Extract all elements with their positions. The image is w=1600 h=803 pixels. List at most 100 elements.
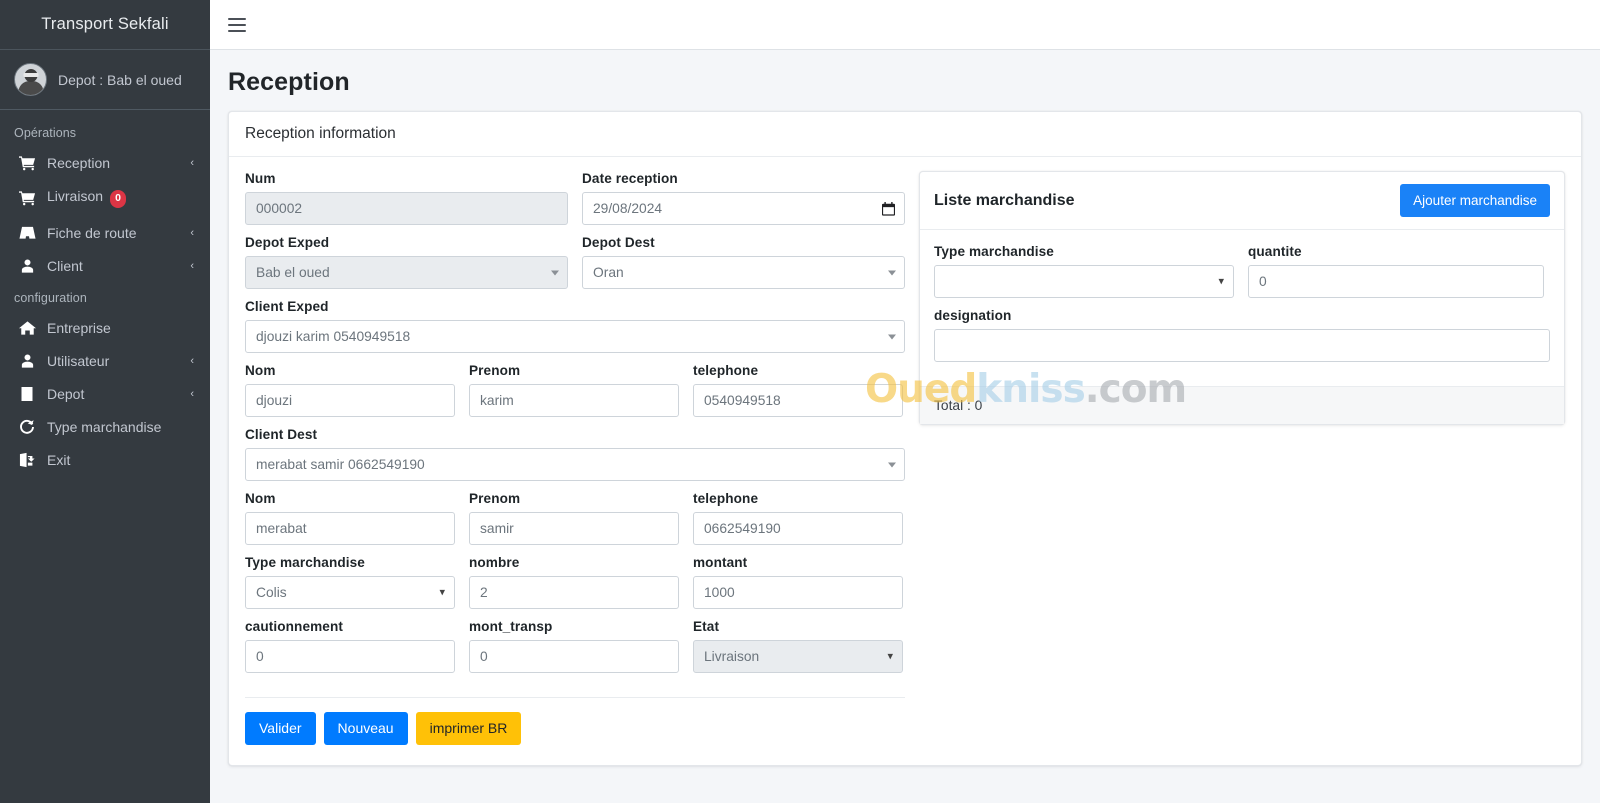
dest-nom-input[interactable]: merabat (245, 512, 455, 545)
chevron-left-icon: ‹ (190, 354, 194, 367)
sidebar-item-utilisateur[interactable]: Utilisateur ‹ (0, 345, 210, 377)
marchandise-total: Total : 0 (920, 386, 1564, 424)
panel-type-marchandise-select[interactable]: ▾ (934, 265, 1234, 298)
field-num: Num 000002 (245, 171, 568, 225)
client-dest-value: merabat samir 0662549190 (256, 457, 425, 472)
chevron-left-icon: ‹ (190, 387, 194, 400)
status-badge: 0 (110, 190, 127, 208)
panel-title: Liste marchandise (934, 191, 1075, 209)
date-reception-value: 29/08/2024 (593, 201, 663, 216)
num-input[interactable]: 000002 (245, 192, 568, 225)
exped-telephone-input[interactable]: 0540949518 (693, 384, 903, 417)
page-title: Reception (228, 68, 350, 96)
exped-nom-input[interactable]: djouzi (245, 384, 455, 417)
client-exped-select[interactable]: djouzi karim 0540949518 (245, 320, 905, 353)
panel-body: Type marchandise ▾ quantite 0 designatio… (920, 230, 1564, 386)
field-quantite: quantite 0 (1248, 244, 1544, 298)
nouveau-button[interactable]: Nouveau (323, 712, 408, 745)
depot-exped-value: Bab el oued (256, 265, 330, 280)
dest-telephone-input[interactable]: 0662549190 (693, 512, 903, 545)
brand-title[interactable]: Transport Sekfali (0, 0, 210, 50)
logout-icon (16, 452, 38, 468)
field-label: Etat (693, 619, 720, 634)
sidebar-item-label: Exit (47, 451, 71, 468)
hamburger-icon[interactable] (226, 10, 248, 40)
sidebar-item-label: Type marchandise (47, 418, 162, 435)
nombre-input[interactable]: 2 (469, 576, 679, 609)
dropdown-arrow-icon (551, 270, 559, 275)
field-exped-nom: Nom djouzi (245, 363, 455, 417)
exped-nom-value: djouzi (256, 393, 293, 408)
sidebar-item-label: Fiche de route (47, 224, 137, 241)
client-dest-select[interactable]: merabat samir 0662549190 (245, 448, 905, 481)
etat-select[interactable]: Livraison ▾ (693, 640, 903, 673)
sidebar-item-fiche-de-route[interactable]: Fiche de route ‹ (0, 217, 210, 249)
sidebar-item-entreprise[interactable]: Entreprise (0, 312, 210, 344)
sidebar-item-type-marchandise[interactable]: Type marchandise (0, 411, 210, 443)
road-icon (16, 225, 38, 241)
montant-value: 1000 (704, 585, 735, 600)
mont-transp-input[interactable]: 0 (469, 640, 679, 673)
ajouter-marchandise-button[interactable]: Ajouter marchandise (1400, 184, 1550, 217)
field-label: Prenom (469, 363, 521, 378)
field-label: Nom (245, 363, 276, 378)
home-icon (16, 320, 38, 336)
field-label: Date reception (582, 171, 678, 186)
field-label: Nom (245, 491, 276, 506)
valider-button[interactable]: Valider (245, 712, 316, 745)
sidebar-item-livraison[interactable]: Livraison 0 (0, 180, 210, 216)
chevron-left-icon: ‹ (190, 226, 194, 239)
sidebar-nav: Opérations Reception ‹ Livraison 0 Fiche … (0, 110, 210, 477)
dest-prenom-value: samir (480, 521, 514, 536)
imprimer-br-button[interactable]: imprimer BR (415, 712, 522, 745)
cautionnement-value: 0 (256, 649, 264, 664)
sidebar-item-depot[interactable]: Depot ‹ (0, 378, 210, 410)
cautionnement-input[interactable]: 0 (245, 640, 455, 673)
nav-section-header-operations: Opérations (14, 126, 77, 140)
sidebar-item-client[interactable]: Client ‹ (0, 250, 210, 282)
depot-dest-value: Oran (593, 265, 624, 280)
chevron-left-icon: ‹ (190, 157, 194, 169)
nav-section-header-configuration: configuration (14, 290, 87, 305)
dest-prenom-input[interactable]: samir (469, 512, 679, 545)
cart-plus-icon (16, 155, 38, 171)
client-exped-value: djouzi karim 0540949518 (256, 329, 411, 344)
field-cautionnement: cautionnement 0 (245, 619, 455, 673)
field-label: Client Dest (245, 427, 318, 442)
field-depot-exped: Depot Exped Bab el oued (245, 235, 568, 289)
montant-input[interactable]: 1000 (693, 576, 903, 609)
depot-dest-select[interactable]: Oran (582, 256, 905, 289)
date-reception-input[interactable]: 29/08/2024 (582, 192, 905, 225)
sidebar-item-exit[interactable]: Exit (0, 444, 210, 476)
marchandise-column: Liste marchandise Ajouter marchandise Ty… (919, 171, 1565, 755)
field-label: Depot Exped (245, 235, 330, 250)
field-label: Prenom (469, 491, 521, 506)
field-label: Type marchandise (934, 244, 1054, 259)
field-dest-nom: Nom merabat (245, 491, 455, 545)
sidebar-item-reception[interactable]: Reception ‹ (0, 147, 210, 179)
field-exped-prenom: Prenom karim (469, 363, 679, 417)
sidebar-item-label: Entreprise (47, 319, 111, 336)
card-header: Reception information (229, 112, 1581, 157)
dropdown-arrow-icon (888, 334, 896, 339)
designation-input[interactable] (934, 329, 1550, 362)
building-icon (16, 386, 38, 402)
exped-telephone-value: 0540949518 (704, 393, 781, 408)
quantite-value: 0 (1259, 274, 1267, 289)
field-etat: Etat Livraison ▾ (693, 619, 903, 673)
refresh-icon (16, 419, 38, 435)
reception-form: Num 000002 Date reception 29/08/2024 Dep… (245, 171, 905, 755)
quantite-input[interactable]: 0 (1248, 265, 1544, 298)
calendar-icon[interactable] (882, 201, 895, 216)
chevron-down-icon: ▾ (439, 586, 445, 598)
chevron-left-icon: ‹ (190, 259, 194, 272)
field-mont-transp: mont_transp 0 (469, 619, 679, 673)
field-nombre: nombre 2 (469, 555, 679, 609)
depot-exped-select[interactable]: Bab el oued (245, 256, 568, 289)
field-depot-dest: Depot Dest Oran (582, 235, 905, 289)
exped-prenom-input[interactable]: karim (469, 384, 679, 417)
field-label: Type marchandise (245, 555, 365, 570)
sidebar-user-panel[interactable]: Depot : Bab el oued (0, 50, 210, 110)
type-marchandise-select[interactable]: Colis ▾ (245, 576, 455, 609)
sidebar-item-label: Livraison 0 (47, 188, 198, 208)
